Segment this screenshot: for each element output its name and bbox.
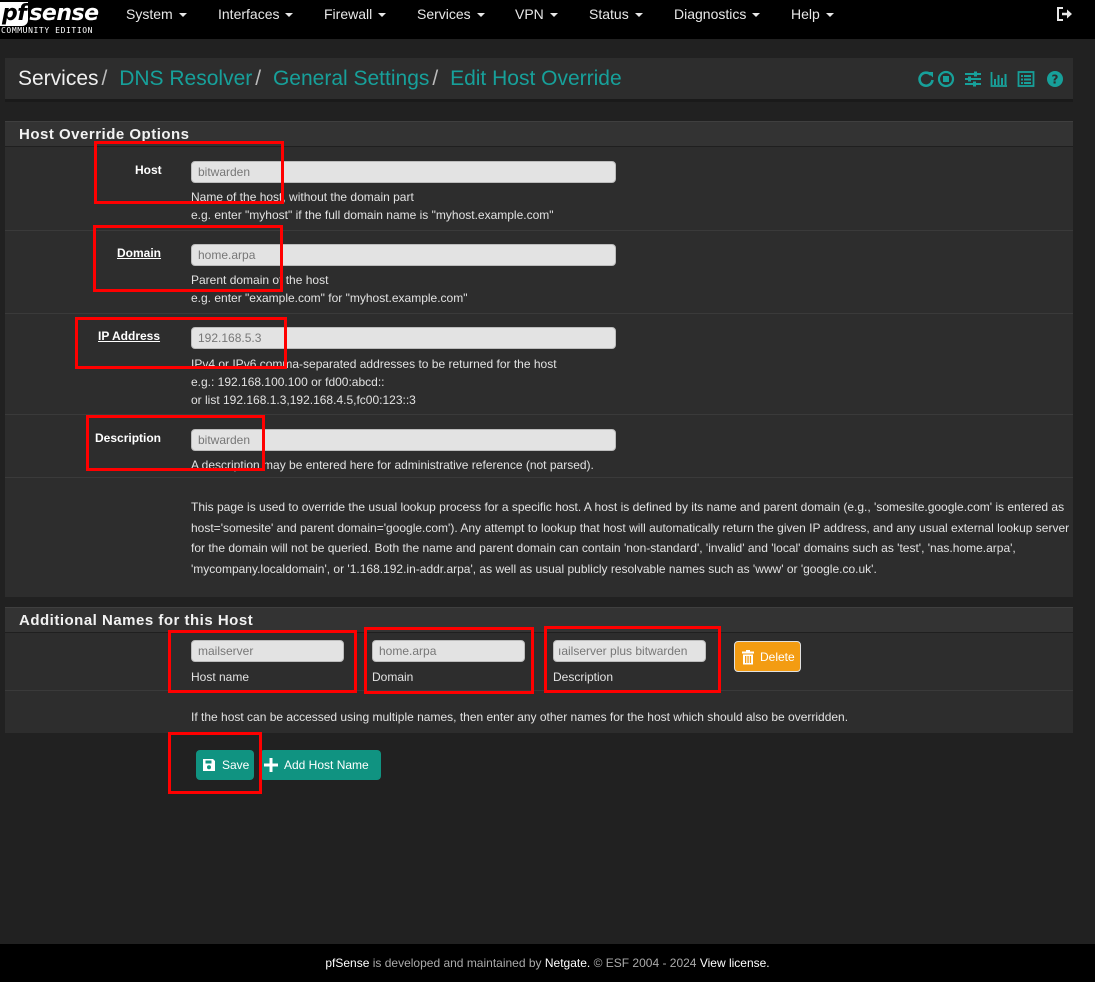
save-button[interactable]: Save bbox=[196, 750, 254, 780]
host-help-1: Name of the host, without the domain par… bbox=[191, 190, 414, 204]
top-navbar: pf sense COMMUNITY EDITION System Interfa… bbox=[0, 0, 1095, 39]
domain-help-1: Parent domain of the host bbox=[191, 273, 329, 287]
sliders-icon[interactable] bbox=[964, 70, 982, 88]
additional-description-label: Description bbox=[553, 670, 614, 684]
plus-icon bbox=[264, 758, 278, 772]
footer: pfSense is developed and maintained by N… bbox=[0, 944, 1095, 982]
caret-down-icon bbox=[634, 13, 643, 18]
domain-input[interactable]: home.arpa bbox=[191, 244, 616, 266]
add-host-name-button[interactable]: Add Host Name bbox=[260, 750, 381, 780]
pfsense-logo[interactable]: pf sense COMMUNITY EDITION bbox=[0, 2, 102, 38]
additional-host-name-input[interactable]: mailserver bbox=[191, 640, 344, 662]
nav-status[interactable]: Status bbox=[589, 0, 643, 28]
description-row: Description bitwarden A description may … bbox=[5, 415, 1073, 478]
nav-interfaces[interactable]: Interfaces bbox=[218, 0, 294, 28]
domain-label[interactable]: Domain bbox=[117, 246, 161, 260]
host-input[interactable]: bitwarden bbox=[191, 161, 616, 183]
logo-wordmark: pf sense bbox=[0, 1, 99, 26]
host-override-heading: Host Override Options bbox=[5, 121, 1073, 147]
additional-names-panel: Additional Names for this Host mailserve… bbox=[5, 607, 1073, 733]
breadcrumb-bar: Services / DNS Resolver / General Settings… bbox=[5, 58, 1073, 102]
description-help: A description may be entered here for ad… bbox=[191, 458, 594, 472]
info-row: This page is used to override the usual … bbox=[5, 478, 1073, 597]
caret-down-icon bbox=[825, 13, 834, 18]
caret-down-icon bbox=[378, 13, 387, 18]
chart-icon[interactable] bbox=[990, 70, 1008, 88]
breadcrumb-edit-host-override[interactable]: Edit Host Override bbox=[450, 67, 622, 90]
ip-help-3: or list 192.168.1.3,192.168.4.5,fc00:123… bbox=[191, 393, 416, 407]
nav-vpn[interactable]: VPN bbox=[515, 0, 558, 28]
override-info-text: This page is used to override the usual … bbox=[191, 500, 1070, 576]
ip-address-row: IP Address 192.168.5.3 IPv4 or IPv6 comm… bbox=[5, 314, 1073, 415]
floppy-disk-icon bbox=[203, 759, 215, 771]
footer-brand[interactable]: pfSense bbox=[325, 956, 369, 970]
ip-address-label[interactable]: IP Address bbox=[98, 329, 160, 343]
domain-row: Domain home.arpa Parent domain of the ho… bbox=[5, 231, 1073, 314]
host-row: Host bitwarden Name of the host, without… bbox=[5, 148, 1073, 231]
ip-help-2: e.g.: 192.168.100.100 or fd00:abcd:: bbox=[191, 375, 385, 389]
logout-icon[interactable] bbox=[1056, 6, 1074, 22]
caret-down-icon bbox=[476, 13, 485, 18]
additional-domain-input[interactable]: home.arpa bbox=[372, 640, 525, 662]
description-input[interactable]: bitwarden bbox=[191, 429, 616, 451]
footer-license-link[interactable]: View license. bbox=[700, 956, 770, 970]
host-label: Host bbox=[135, 163, 162, 177]
nav-system[interactable]: System bbox=[126, 0, 187, 28]
ip-address-input[interactable]: 192.168.5.3 bbox=[191, 327, 616, 349]
breadcrumb-services: Services bbox=[18, 67, 99, 90]
footer-netgate-link[interactable]: Netgate. bbox=[545, 956, 590, 970]
nav-diagnostics[interactable]: Diagnostics bbox=[674, 0, 761, 28]
help-icon[interactable]: ? bbox=[1046, 70, 1064, 88]
additional-description-input[interactable]: ıailserver plus bitwarden bbox=[553, 640, 706, 662]
description-label: Description bbox=[95, 431, 162, 445]
nav-help[interactable]: Help bbox=[791, 0, 834, 28]
additional-help: If the host can be accessed using multip… bbox=[191, 710, 849, 724]
breadcrumb-dns-resolver[interactable]: DNS Resolver bbox=[119, 67, 252, 90]
host-help-2: e.g. enter "myhost" if the full domain n… bbox=[191, 208, 554, 222]
caret-down-icon bbox=[752, 13, 761, 18]
restart-service-icon[interactable] bbox=[917, 70, 935, 88]
additional-domain-label: Domain bbox=[372, 670, 414, 684]
breadcrumb: Services / DNS Resolver / General Settings… bbox=[18, 67, 622, 90]
logo-edition: COMMUNITY EDITION bbox=[1, 26, 94, 35]
ip-help-1: IPv4 or IPv6 comma-separated addresses t… bbox=[191, 357, 557, 371]
nav-services[interactable]: Services bbox=[417, 0, 485, 28]
trash-icon bbox=[742, 650, 754, 665]
breadcrumb-general-settings[interactable]: General Settings bbox=[273, 67, 429, 90]
caret-down-icon bbox=[285, 13, 294, 18]
stop-service-icon[interactable] bbox=[937, 70, 955, 88]
caret-down-icon bbox=[549, 13, 558, 18]
additional-names-heading: Additional Names for this Host bbox=[5, 607, 1073, 633]
host-override-panel: Host Override Options Host bitwarden Nam… bbox=[5, 121, 1073, 597]
additional-name-row: mailserver Host name home.arpa Domain ıa… bbox=[5, 634, 1073, 691]
log-list-icon[interactable] bbox=[1017, 70, 1035, 88]
domain-help-2: e.g. enter "example.com" for "myhost.exa… bbox=[191, 291, 468, 305]
delete-button[interactable]: Delete bbox=[734, 641, 801, 672]
caret-down-icon bbox=[178, 13, 187, 18]
nav-firewall[interactable]: Firewall bbox=[324, 0, 387, 28]
svg-text:?: ? bbox=[1052, 73, 1059, 87]
additional-host-name-label: Host name bbox=[191, 670, 250, 684]
